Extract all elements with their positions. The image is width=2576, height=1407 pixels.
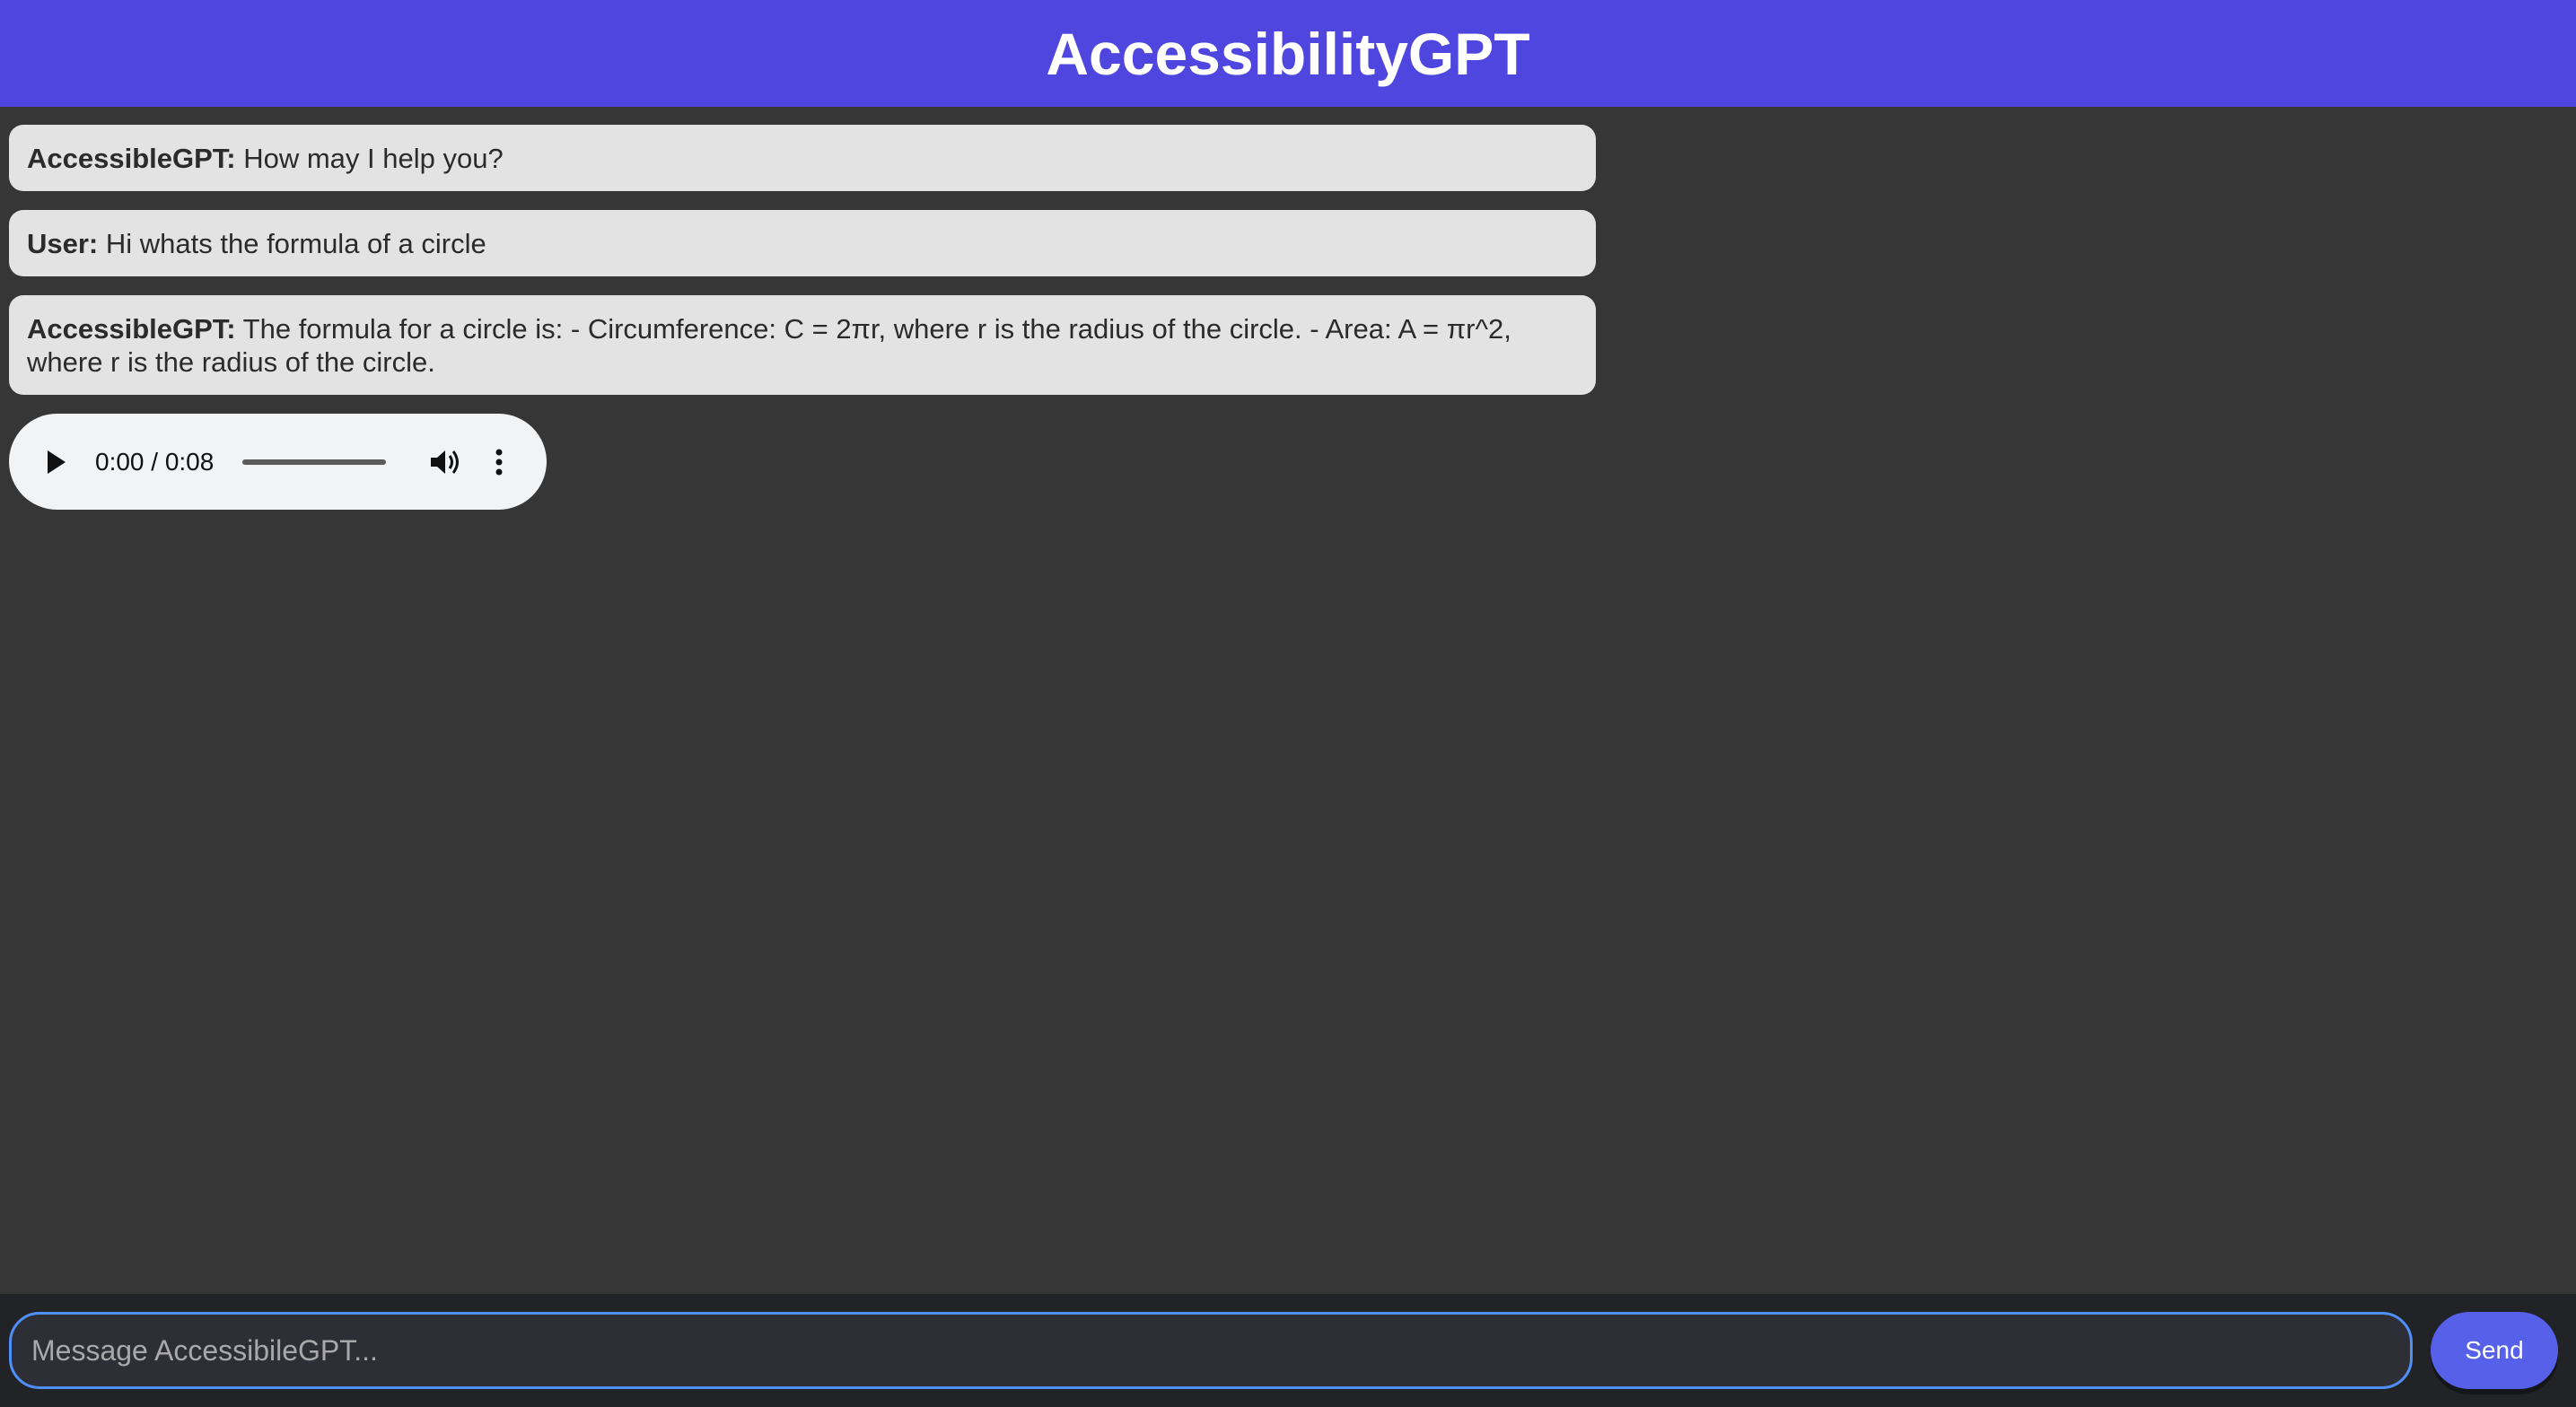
play-icon[interactable]: [43, 449, 70, 476]
chat-log: AccessibleGPT: How may I help you? User:…: [9, 125, 1596, 510]
message-sender: AccessibleGPT:: [27, 143, 236, 174]
message-text: How may I help you?: [235, 143, 504, 174]
message-text: The formula for a circle is: - Circumfer…: [27, 313, 1511, 378]
audio-progress-slider[interactable]: [242, 459, 387, 465]
message-bubble: User: Hi whats the formula of a circle: [9, 210, 1596, 276]
app-title: AccessibilityGPT: [1046, 20, 1530, 87]
more-vertical-icon[interactable]: [490, 444, 508, 480]
message-bubble: AccessibleGPT: The formula for a circle …: [9, 295, 1596, 395]
app-header: AccessibilityGPT: [0, 0, 2576, 107]
message-bubble: AccessibleGPT: How may I help you?: [9, 125, 1596, 191]
audio-player: 0:00 / 0:08: [9, 414, 547, 510]
message-sender: User:: [27, 228, 99, 259]
message-sender: AccessibleGPT:: [27, 313, 236, 345]
message-text: Hi whats the formula of a circle: [98, 228, 486, 259]
volume-icon[interactable]: [427, 444, 463, 480]
audio-time: 0:00 / 0:08: [95, 447, 215, 476]
send-button[interactable]: Send: [2431, 1312, 2558, 1389]
message-input[interactable]: [9, 1312, 2413, 1389]
